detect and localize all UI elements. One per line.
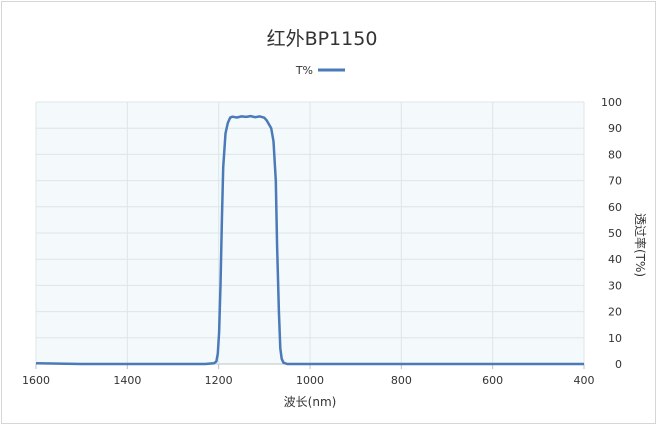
- y-tick-label: 80: [608, 148, 622, 161]
- y-tick-label: 0: [615, 358, 622, 371]
- y-tick-label: 50: [608, 227, 622, 240]
- chart-svg: 400 600 800 1000 1200 1400 1600 0 10 20 30 40 50 60 7…: [22, 28, 648, 409]
- x-tick-label: 800: [391, 374, 412, 387]
- y-tick-label: 30: [608, 279, 622, 292]
- y-tick-label: 40: [608, 253, 622, 266]
- x-axis-label: 波长(nm): [284, 395, 337, 409]
- y-tick-label: 10: [608, 332, 622, 345]
- y-axis-ticks: 0 10 20 30 40 50 60 70 80 90 100: [601, 96, 622, 371]
- legend-label: T%: [295, 64, 313, 77]
- x-tick-label: 1400: [113, 374, 141, 387]
- y-axis-label: 透过率(T%): [633, 213, 648, 277]
- legend[interactable]: T%: [295, 64, 345, 77]
- x-tick-label: 400: [574, 374, 595, 387]
- chart-title: 红外BP1150: [267, 28, 378, 50]
- y-tick-label: 60: [608, 201, 622, 214]
- x-tick-label: 1000: [296, 374, 324, 387]
- y-tick-label: 20: [608, 306, 622, 319]
- x-tick-label: 1200: [205, 374, 233, 387]
- x-axis-ticks: 400 600 800 1000 1200 1400 1600: [22, 364, 595, 387]
- y-tick-label: 100: [601, 96, 622, 109]
- x-tick-label: 1600: [22, 374, 50, 387]
- x-tick-label: 600: [482, 374, 503, 387]
- y-tick-label: 90: [608, 122, 622, 135]
- y-tick-label: 70: [608, 175, 622, 188]
